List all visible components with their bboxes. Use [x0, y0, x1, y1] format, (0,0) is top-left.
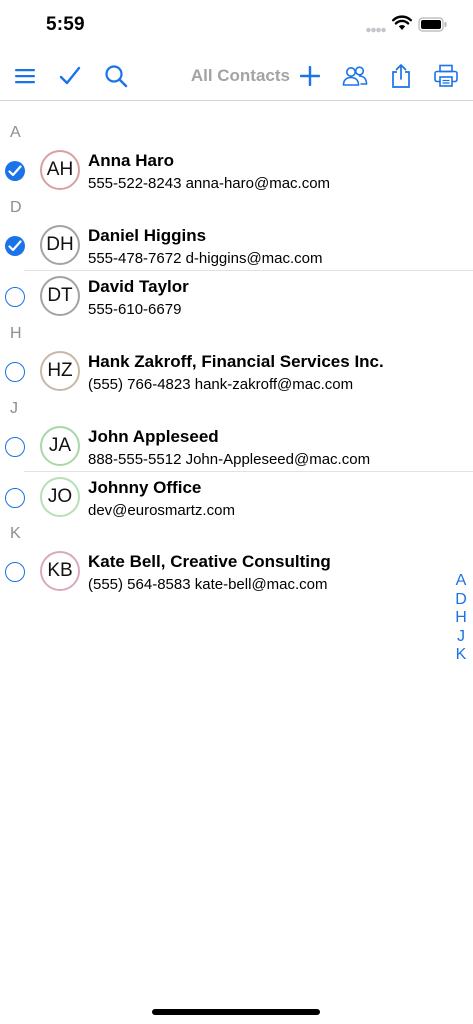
contact-checkbox[interactable]: [5, 161, 25, 181]
menu-icon: [15, 69, 35, 84]
section-header-h: H: [10, 325, 22, 342]
contact-name: Kate Bell, Creative Consulting: [88, 552, 331, 571]
home-indicator[interactable]: [152, 1009, 320, 1015]
avatar: JA: [40, 426, 80, 466]
contact-detail: 555-522-8243 anna-haro@mac.com: [88, 175, 331, 192]
print-button[interactable]: [428, 58, 464, 94]
status-bar: 5:59: [0, 0, 473, 52]
contact-name: John Appleseed: [88, 427, 219, 446]
avatar: KB: [40, 551, 80, 591]
select-button[interactable]: [52, 58, 88, 94]
avatar: HZ: [40, 351, 80, 391]
avatar: DT: [40, 276, 80, 316]
contact-detail: 555-478-7672 d-higgins@mac.com: [88, 250, 323, 267]
contact-detail: (555) 766-4823 hank-zakroff@mac.com: [88, 376, 354, 393]
search-button[interactable]: [98, 58, 134, 94]
contact-name: Hank Zakroff, Financial Services Inc.: [88, 352, 384, 371]
contact-detail: dev@eurosmartz.com: [88, 502, 235, 519]
contact-checkbox[interactable]: [5, 236, 25, 256]
contact-checkbox[interactable]: [5, 562, 25, 582]
avatar: JO: [40, 477, 80, 517]
contact-checkbox[interactable]: [5, 488, 25, 508]
contact-row-anna-haro[interactable]: AH Anna Haro 555-522-8243 anna-haro@mac.…: [0, 146, 473, 196]
contact-detail: (555) 564-8583 kate-bell@mac.com: [88, 576, 328, 593]
contact-detail: 888-555-5512 John-Appleseed@mac.com: [88, 451, 371, 468]
page-title: All Contacts: [190, 66, 290, 85]
checkmark-icon: [59, 66, 81, 85]
print-icon: [434, 64, 458, 87]
cellular-signal-icon: [366, 27, 386, 33]
section-index: A D H J K: [453, 572, 469, 665]
contact-name: Johnny Office: [88, 478, 202, 497]
section-header-a: A: [10, 124, 21, 141]
search-icon: [105, 65, 128, 88]
groups-icon: [342, 66, 368, 86]
checkmark-icon: [8, 240, 22, 252]
share-icon: [392, 64, 410, 88]
share-button[interactable]: [383, 58, 419, 94]
contact-checkbox[interactable]: [5, 437, 25, 457]
index-letter-j[interactable]: J: [457, 628, 465, 647]
contact-row-hank-zakroff[interactable]: HZ Hank Zakroff, Financial Services Inc.…: [0, 347, 473, 397]
groups-button[interactable]: [337, 58, 373, 94]
contact-checkbox[interactable]: [5, 287, 25, 307]
index-letter-a[interactable]: A: [456, 572, 467, 591]
contact-detail: 555-610-6679: [88, 301, 182, 318]
contact-row-johnny-office[interactable]: JO Johnny Office dev@eurosmartz.com: [0, 473, 473, 523]
checkmark-icon: [8, 165, 22, 177]
section-header-j: J: [10, 400, 18, 417]
row-divider: [24, 471, 473, 472]
contact-row-daniel-higgins[interactable]: DH Daniel Higgins 555-478-7672 d-higgins…: [0, 221, 473, 271]
add-contact-button[interactable]: [292, 58, 328, 94]
contact-name: Daniel Higgins: [88, 226, 207, 245]
menu-button[interactable]: [7, 58, 43, 94]
contact-name: David Taylor: [88, 277, 189, 296]
index-letter-k[interactable]: K: [456, 646, 467, 665]
contact-row-david-taylor[interactable]: DT David Taylor 555-610-6679: [0, 272, 473, 322]
status-time: 5:59: [46, 14, 85, 35]
section-header-d: D: [10, 199, 22, 216]
avatar: AH: [40, 150, 80, 190]
index-letter-h[interactable]: H: [455, 609, 467, 628]
row-divider: [24, 270, 473, 271]
contact-row-kate-bell[interactable]: KB Kate Bell, Creative Consulting (555) …: [0, 547, 473, 597]
contact-name: Anna Haro: [88, 151, 174, 170]
section-header-k: K: [10, 525, 21, 542]
index-letter-d[interactable]: D: [455, 591, 467, 610]
wifi-icon: [392, 15, 412, 30]
toolbar: All Contacts: [0, 52, 473, 101]
avatar: DH: [40, 225, 80, 265]
battery-icon: [418, 17, 447, 32]
contact-checkbox[interactable]: [5, 362, 25, 382]
plus-icon: [300, 66, 320, 86]
contact-row-john-appleseed[interactable]: JA John Appleseed 888-555-5512 John-Appl…: [0, 422, 473, 472]
